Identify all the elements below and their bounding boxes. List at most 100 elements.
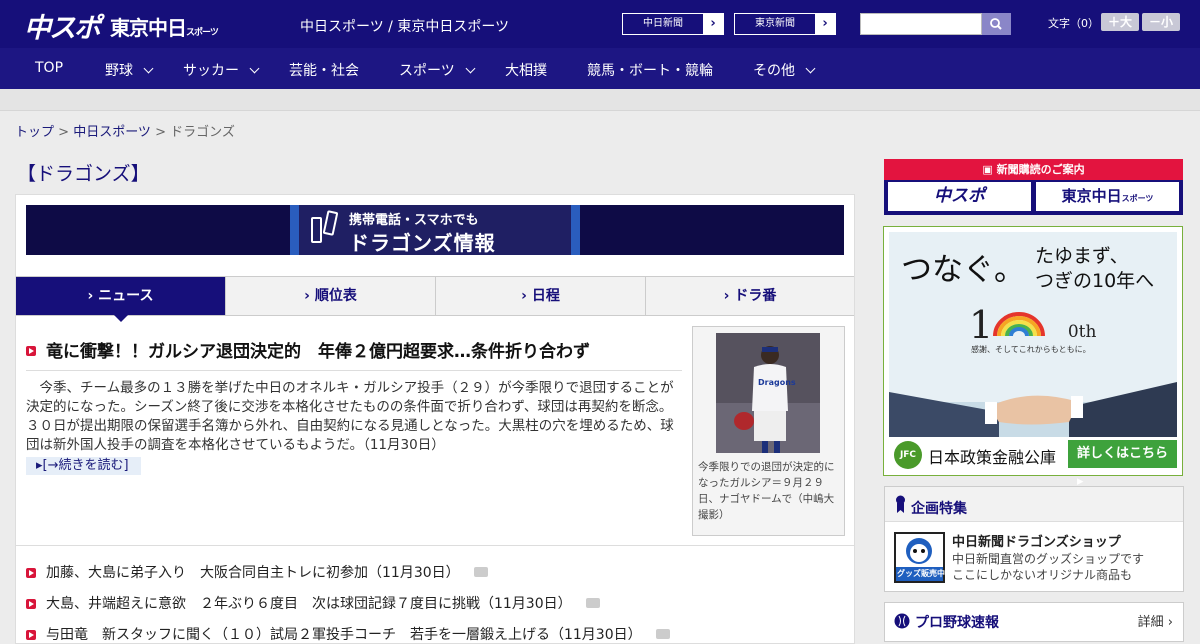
tokyo-chunichi-sports-logo[interactable]: 東京中日スポーツ [110,12,219,41]
ad-image: つなぐ。 たゆまず、 つぎの10年へ 1 10th 感謝、そしてこれからもともに。 [889,232,1177,437]
subscribe-tokyo-chunichi-button[interactable]: 東京中日スポーツ [1036,182,1179,211]
content-tabs: › ニュース › 順位表 › 日程 › ドラ番 [16,276,854,322]
banner-line1: 携帯電話・スマホでも [349,213,479,228]
tab-label: ニュース [98,288,154,304]
chunichi-shimbun-link[interactable]: 中日新聞 › [622,13,724,35]
search-button[interactable] [982,13,1011,35]
section-title: 【ドラゴンズ】 [17,163,150,185]
svg-text:1: 1 [969,303,993,344]
tab-label: 日程 [531,288,560,304]
mobile-promo-banner[interactable]: 携帯電話・スマホでも ドラゴンズ情報 [26,205,844,255]
font-size-label: 文字（0） [1048,17,1099,30]
shop-badge-text: グッズ販売中 [897,569,945,578]
nav-item-sumo[interactable]: 大相撲 [505,60,547,80]
nav-item-top[interactable]: TOP [35,60,63,76]
nav-label: サッカー [183,63,239,79]
nav-item-baseball[interactable]: 野球 [105,60,154,80]
subscribe-tokyo-small: スポーツ [1121,194,1154,203]
tokyo-chunichi-logo-small: スポーツ [186,28,219,38]
subscription-title-bar: ▣ 新聞購読のご案内 [884,159,1183,180]
search-input[interactable] [860,13,982,35]
subscribe-tokyo-label: 東京中日 [1061,187,1122,205]
bullet-arrow-icon [26,630,36,640]
dragons-shop-badge[interactable]: グッズ販売中 [894,532,945,583]
main-content: 携帯電話・スマホでも ドラゴンズ情報 › ニュース › 順位表 › 日程 › ド… [15,194,855,644]
tab-label: 順位表 [314,288,357,304]
photo-caption: 今季限りでの退団が決定的になったガルシア＝９月２９日、ナゴヤドームで（中嶋大撮影… [698,461,835,521]
nav-label: 野球 [105,63,133,79]
news-list-item[interactable]: 加藤、大島に弟子入り 大阪合同自主トレに初参加（11月30日） [26,562,488,582]
tab-standings[interactable]: › 順位表 [226,277,436,315]
nav-label: 大相撲 [505,63,547,79]
lead-headline-row: 竜に衝撃！！ガルシア退団決定的 年俸２億円超要求…条件折り合わず [26,337,682,371]
news-item-text: 与田竜 新スタッフに聞く（１０）試局２軍投手コーチ 若手を一層鍛え上げる（11月… [46,627,642,643]
breadcrumb-parent-link[interactable]: 中日スポーツ [73,125,151,140]
news-list-item[interactable]: 大島、井端超えに意欲 ２年ぶり６度目 次は球団記録７度目に挑戦（11月30日） [26,593,600,613]
dragons-shop-link[interactable]: 中日新聞ドラゴンズショップ [952,531,1121,550]
nav-item-racing[interactable]: 競馬・ボート・競輪 [587,60,713,80]
baseball-icon [894,613,910,629]
nav-label: その他 [753,63,795,79]
ad-details-button[interactable]: 詳しくはこちら ▸ [1068,440,1177,489]
chevron-down-icon [143,63,154,74]
feature-box-header: 企画特集 [885,487,1183,522]
ad-details-label: 詳しくはこちら [1077,446,1169,461]
breadcrumb: トップ > 中日スポーツ > ドラゴンズ [15,121,235,140]
subscription-title: 新聞購読のご案内 [996,163,1085,176]
chunichi-sports-logo[interactable]: 中スポ [24,6,101,45]
breadcrumb-top-link[interactable]: トップ [15,125,54,140]
tab-label: ドラ番 [734,288,777,304]
jfc-advertisement[interactable]: つなぐ。 たゆまず、 つぎの10年へ 1 10th 感謝、そしてこれからもともに。… [883,226,1183,489]
ad-headline: つなぐ。 [901,252,1025,288]
player-photo[interactable]: Dragons [716,333,820,453]
nav-item-other[interactable]: その他 [753,60,816,80]
phone-icon [311,217,322,243]
lead-photo-box: Dragons 今季限りでの退団が決定的になったガルシア＝９月２９日、ナゴヤドー… [692,326,845,536]
news-item-text: 大島、井端超えに意欲 ２年ぶり６度目 次は球団記録７度目に挑戦（11月30日） [46,596,572,612]
jfc-logo: JFC [894,441,922,469]
tokyo-shimbun-label: 東京新聞 [755,18,795,29]
ad-line2: つぎの10年へ [1035,270,1155,292]
bullet-arrow-icon [26,568,36,578]
banner-line2: ドラゴンズ情報 [349,231,496,255]
font-smaller-button[interactable]: －小 [1142,13,1180,31]
nav-item-entertainment[interactable]: 芸能・社会 [289,60,359,80]
tokyo-shimbun-link[interactable]: 東京新聞 › [734,13,836,35]
breadcrumb-current: ドラゴンズ [170,125,235,140]
bullet-arrow-icon [26,599,36,609]
read-more-label: [→続きを読む] [42,458,129,473]
baseball-flash-more-link[interactable]: 詳細 › [1138,611,1173,630]
tokyo-chunichi-logo-text: 東京中日 [110,16,187,40]
nav-item-soccer[interactable]: サッカー [183,60,260,80]
subscribe-chunichi-sports-button[interactable]: 中スポ [888,182,1031,211]
chevron-down-icon [249,63,260,74]
lead-headline-link[interactable]: 竜に衝撃！！ガルシア退団決定的 年俸２億円超要求…条件折り合わず [46,337,590,362]
baseball-flash-title: プロ野球速報 [915,615,999,631]
news-item-text: 加藤、大島に弟子入り 大阪合同自主トレに初参加（11月30日） [46,565,460,581]
nav-label: 芸能・社会 [289,63,359,79]
chevron-down-icon [805,63,816,74]
bullet-arrow-icon [26,346,36,356]
handshake-graphic [889,382,1177,437]
dragons-shop-description: 中日新聞直営のグッズショップです ここにしかないオリジナル商品も [952,551,1144,583]
svg-text:Dragons: Dragons [758,378,796,387]
font-larger-button[interactable]: ＋大 [1101,13,1139,31]
jfc-org-name: 日本政策金融公庫 [928,448,1057,467]
subscription-banner[interactable]: ▣ 新聞購読のご案内 中スポ 東京中日スポーツ [884,159,1183,215]
chevron-right-icon: › [815,14,835,34]
top-header: 中スポ 東京中日スポーツ 中日スポーツ / 東京中日スポーツ 中日新聞 › 東京新… [0,0,1200,48]
feature-title: 企画特集 [911,501,967,517]
tab-schedule[interactable]: › 日程 [436,277,646,315]
tab-news[interactable]: › ニュース [16,277,226,322]
pitcher-photo-graphic: Dragons [716,333,820,453]
nav-label: 競馬・ボート・競輪 [587,63,713,79]
chevron-down-icon [465,63,476,74]
news-list-item[interactable]: 与田竜 新スタッフに聞く（１０）試局２軍投手コーチ 若手を一層鍛え上げる（11月… [26,624,670,644]
nav-item-sports[interactable]: スポーツ [399,60,476,80]
tab-dragons-beat[interactable]: › ドラ番 [646,277,854,315]
baseball-flash-box: プロ野球速報 詳細 › [884,602,1184,642]
lead-article-body: 今季、チーム最多の１３勝を挙げた中日のオネルキ・ガルシア投手（２９）が今季限りで… [26,380,674,453]
camera-icon [655,629,670,639]
chunichi-shimbun-label: 中日新聞 [643,18,683,29]
read-more-link[interactable]: ▸[→続きを読む] [26,457,141,475]
